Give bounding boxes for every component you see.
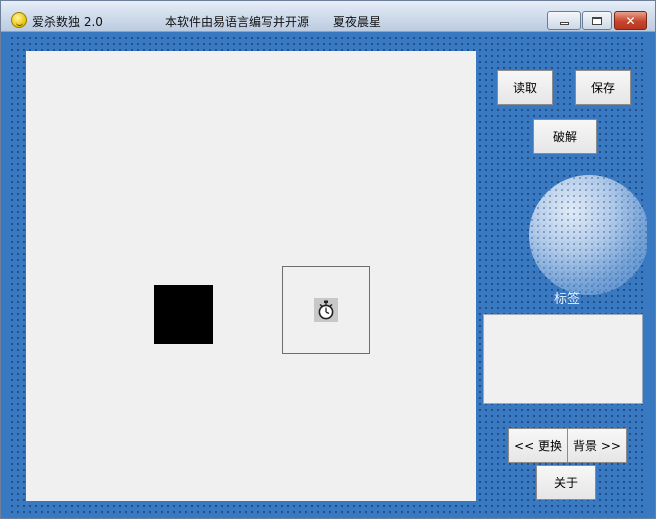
info-textbox[interactable] xyxy=(483,314,643,404)
close-icon: ✕ xyxy=(625,13,636,28)
app-window: 爱杀数独 2.0 本软件由易语言编写并开源 夏夜晨星 ✕ 读取 保存 破解 标签… xyxy=(0,0,656,519)
sudoku-board[interactable] xyxy=(26,51,476,501)
maximize-icon xyxy=(592,16,602,25)
timer-box[interactable] xyxy=(282,266,370,354)
window-title: 爱杀数独 2.0 xyxy=(32,15,103,29)
label-text: 标签 xyxy=(554,292,581,307)
minimize-button[interactable] xyxy=(547,11,581,30)
close-button[interactable]: ✕ xyxy=(614,11,647,30)
next-background-button[interactable]: 背景 >> xyxy=(567,428,627,463)
save-button[interactable]: 保存 xyxy=(575,70,631,105)
about-button[interactable]: 关于 xyxy=(536,465,596,500)
black-square xyxy=(154,285,213,344)
read-button[interactable]: 读取 xyxy=(497,70,553,105)
moon-image xyxy=(529,175,647,295)
stopwatch-icon xyxy=(314,298,338,322)
title-bar[interactable]: 爱杀数独 2.0 本软件由易语言编写并开源 夏夜晨星 ✕ xyxy=(1,1,655,32)
crack-button[interactable]: 破解 xyxy=(533,119,597,154)
client-area: 读取 保存 破解 标签 << 更换 背景 >> 关于 xyxy=(9,35,647,513)
maximize-button[interactable] xyxy=(582,11,612,30)
smiley-icon xyxy=(11,12,27,28)
window-subtitle: 本软件由易语言编写并开源 xyxy=(165,15,310,29)
window-author: 夏夜晨星 xyxy=(333,15,382,29)
prev-background-button[interactable]: << 更换 xyxy=(508,428,568,463)
minimize-icon xyxy=(559,22,569,25)
